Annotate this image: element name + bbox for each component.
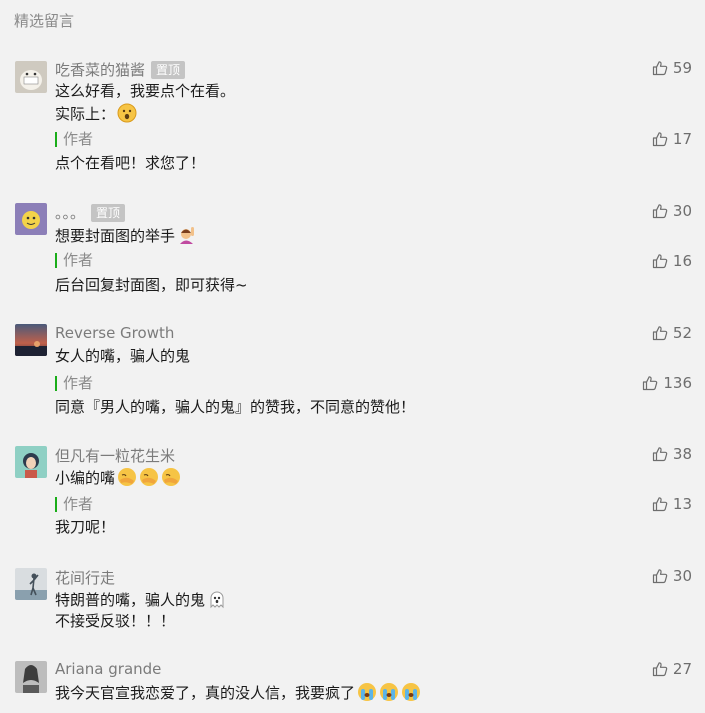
comment-text: 女人的嘴，骗人的鬼 — [55, 347, 191, 365]
avatar[interactable] — [15, 324, 47, 356]
avatar[interactable] — [15, 61, 47, 93]
author-reply-text: 点个在看吧！求您了！ — [55, 154, 206, 172]
face-palm-icon — [162, 468, 181, 486]
like-button[interactable]: 16 — [632, 252, 692, 270]
like-button[interactable]: 13 — [632, 495, 692, 513]
comment-text: 这么好看，我要点个在看。 — [55, 82, 236, 100]
grayscale-portrait-avatar-icon — [15, 661, 47, 693]
comment-username[interactable]: 但凡有一粒花生米 — [55, 445, 175, 466]
pinned-badge: 置顶 — [151, 60, 186, 79]
section-title: 精选留言 — [14, 12, 75, 30]
thumbs-up-icon — [652, 496, 668, 512]
crying-face-icon — [380, 683, 399, 701]
author-label: 作者 — [55, 497, 93, 512]
avatar[interactable] — [15, 661, 47, 693]
cartoon-avatar-icon — [15, 203, 47, 235]
comment-text: 想要封面图的举手 — [55, 225, 197, 246]
comment-username[interactable]: Reverse Growth — [55, 324, 174, 342]
like-button[interactable]: 27 — [632, 660, 692, 678]
comment-text: 小编的嘴 — [55, 467, 181, 488]
face-palm-icon — [140, 468, 159, 486]
thumbs-up-icon — [652, 661, 668, 677]
comment-username[interactable]: Ariana grande — [55, 660, 161, 678]
comment-text: 特朗普的嘴，骗人的鬼 — [55, 589, 227, 610]
cat-avatar-icon — [15, 61, 47, 93]
thumbs-up-icon — [652, 60, 668, 76]
comment-username[interactable]: 吃香菜的猫酱 置顶 — [55, 59, 186, 80]
comment-text: 实际上： — [55, 103, 137, 124]
person-raising-hand-icon — [180, 227, 195, 244]
illustrated-woman-avatar-icon — [15, 446, 47, 478]
comment-text: 不接受反驳！！！ — [55, 612, 176, 630]
thumbs-up-icon — [652, 203, 668, 219]
like-button[interactable]: 38 — [632, 445, 692, 463]
avatar[interactable] — [15, 446, 47, 478]
author-reply-text: 后台回复封面图，即可获得~ — [55, 276, 248, 294]
author-reply-text: 我刀呢！ — [55, 518, 116, 536]
pinned-badge: 置顶 — [91, 203, 126, 222]
like-button[interactable]: 52 — [632, 324, 692, 342]
like-button[interactable]: 136 — [632, 374, 692, 392]
silhouette-avatar-icon — [15, 568, 47, 600]
avatar[interactable] — [15, 203, 47, 235]
author-label: 作者 — [55, 253, 93, 268]
avatar[interactable] — [15, 568, 47, 600]
surprised-face-icon — [117, 103, 137, 123]
author-label: 作者 — [55, 132, 93, 147]
thumbs-up-icon — [652, 253, 668, 269]
comment-text: 我今天官宣我恋爱了，真的没人信，我要疯了 — [55, 682, 421, 703]
crying-face-icon — [358, 683, 377, 701]
crying-face-icon — [402, 683, 421, 701]
ghost-icon — [210, 591, 224, 609]
like-button[interactable]: 30 — [632, 567, 692, 585]
comment-username[interactable]: 花间行走 — [55, 567, 115, 588]
comment-username[interactable]: 。。。 置顶 — [55, 202, 126, 223]
thumbs-up-icon — [652, 131, 668, 147]
like-button[interactable]: 59 — [632, 59, 692, 77]
thumbs-up-icon — [642, 375, 658, 391]
thumbs-up-icon — [652, 446, 668, 462]
like-button[interactable]: 17 — [632, 130, 692, 148]
author-label: 作者 — [55, 376, 93, 391]
thumbs-up-icon — [652, 325, 668, 341]
thumbs-up-icon — [652, 568, 668, 584]
face-palm-icon — [118, 468, 137, 486]
author-reply-text: 同意『男人的嘴，骗人的鬼』的赞我，不同意的赞他！ — [55, 398, 416, 416]
like-button[interactable]: 30 — [632, 202, 692, 220]
sunset-avatar-icon — [15, 324, 47, 356]
